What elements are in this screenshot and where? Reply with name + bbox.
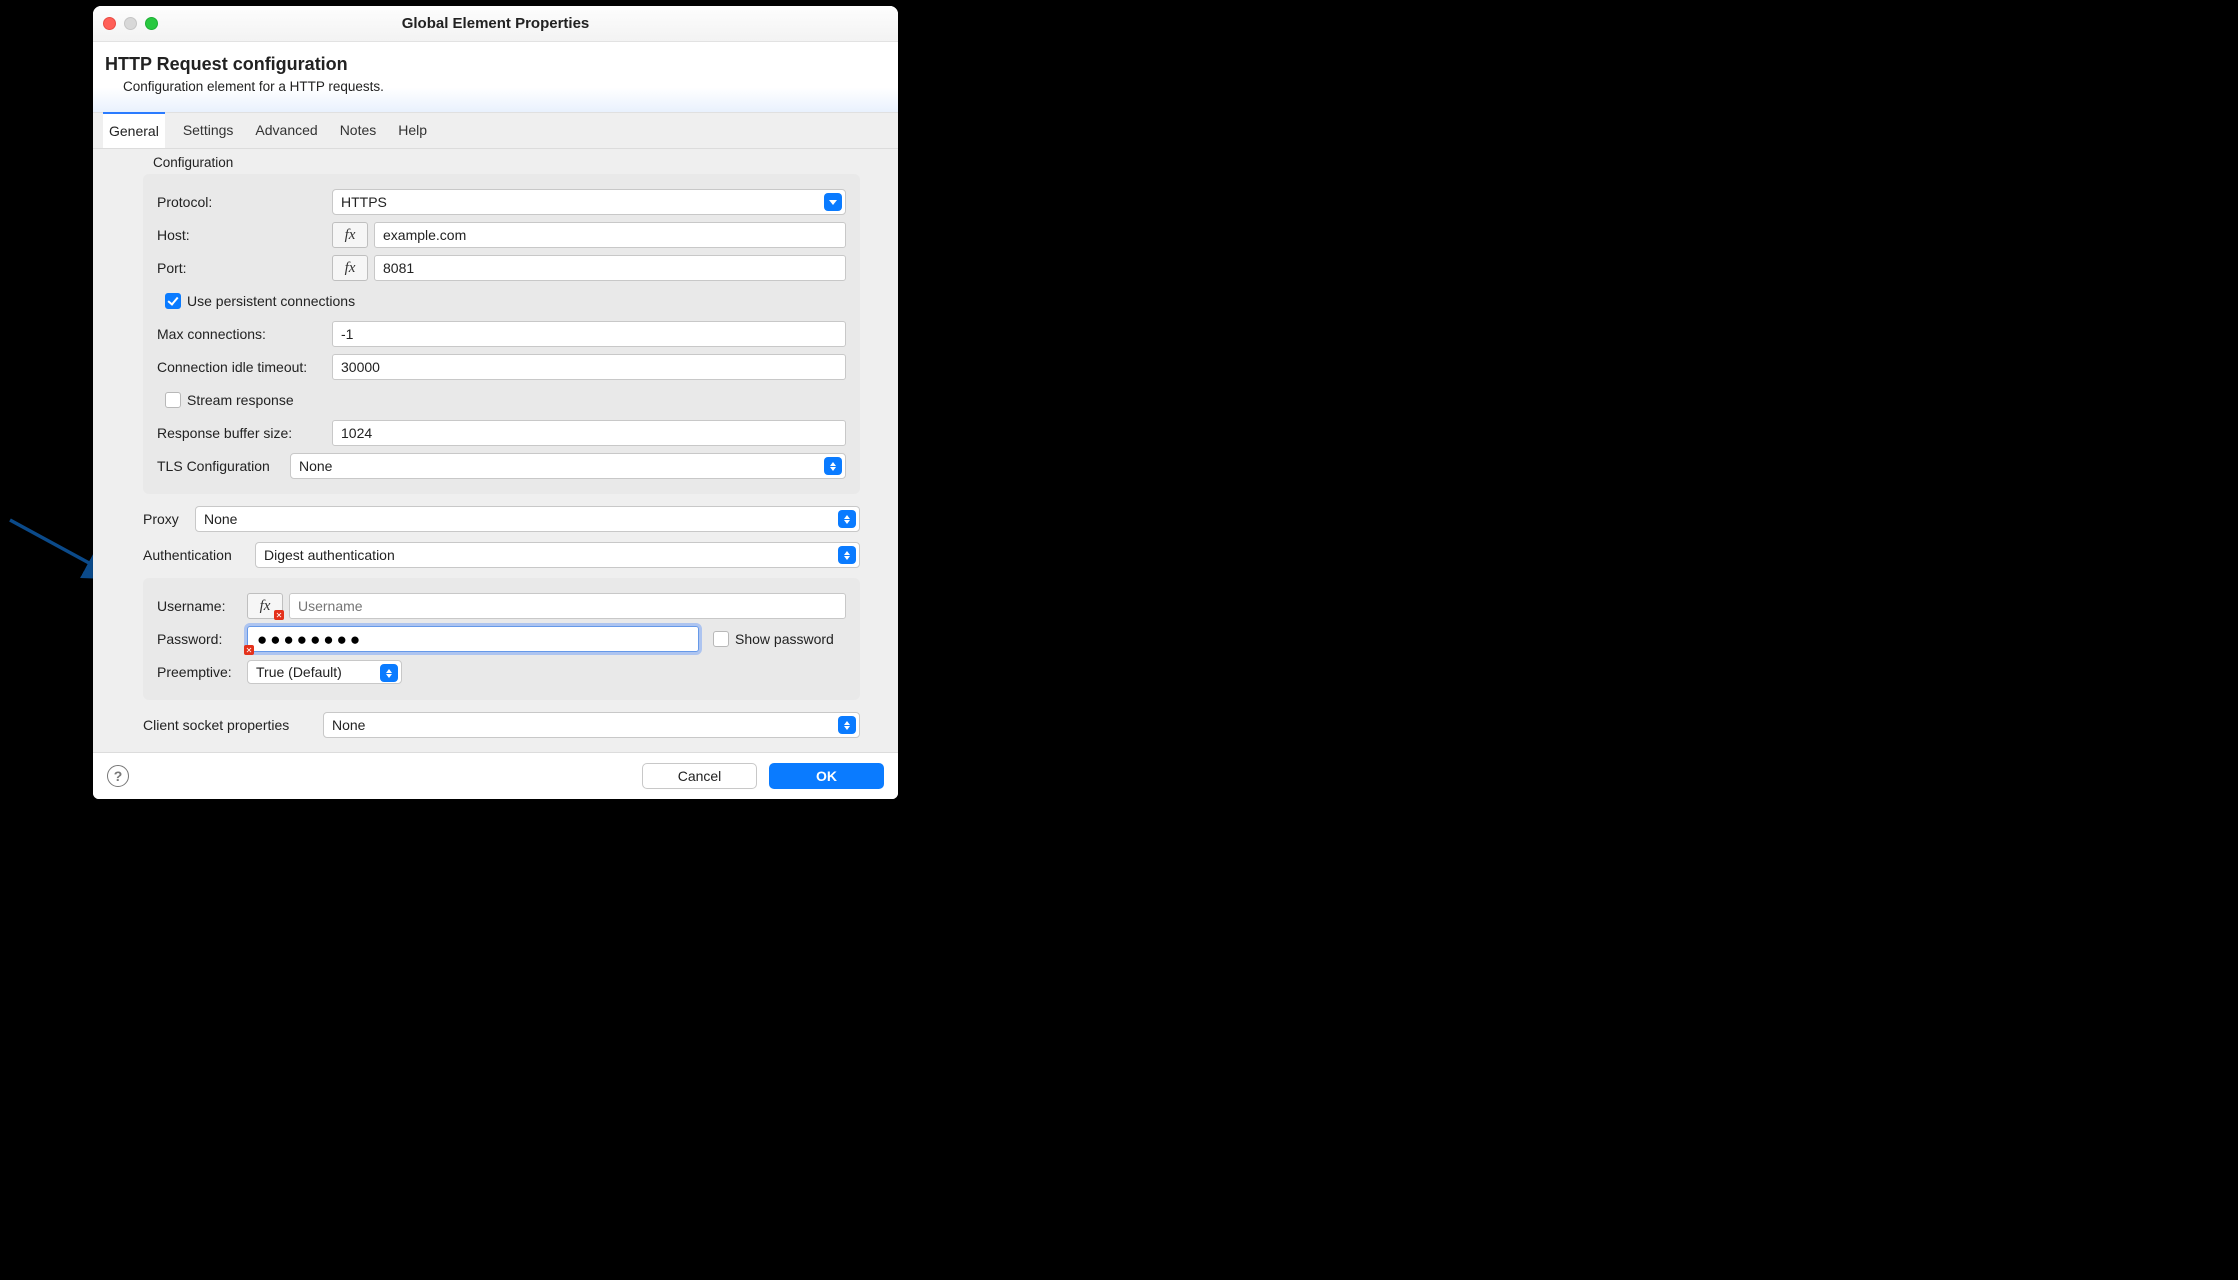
- max-conn-input[interactable]: [332, 321, 846, 347]
- header: HTTP Request configuration Configuration…: [93, 42, 898, 112]
- persistent-label: Use persistent connections: [187, 293, 355, 309]
- window-title: Global Element Properties: [93, 15, 898, 32]
- stream-checkbox[interactable]: [165, 392, 181, 408]
- password-label: Password:: [157, 631, 247, 647]
- dialog-footer: ? Cancel OK: [93, 752, 898, 799]
- tls-label: TLS Configuration: [157, 458, 290, 474]
- tab-notes[interactable]: Notes: [336, 113, 381, 148]
- tls-select[interactable]: None: [290, 453, 846, 479]
- updown-icon: [380, 664, 398, 682]
- ok-button[interactable]: OK: [769, 763, 884, 789]
- page-title: HTTP Request configuration: [105, 54, 880, 75]
- csp-label: Client socket properties: [143, 717, 323, 733]
- protocol-select[interactable]: HTTPS: [332, 189, 846, 215]
- stream-label: Stream response: [187, 392, 294, 408]
- chevron-down-icon: [824, 193, 842, 211]
- port-input[interactable]: [374, 255, 846, 281]
- titlebar: Global Element Properties: [93, 6, 898, 42]
- idle-input[interactable]: [332, 354, 846, 380]
- proxy-value: None: [204, 511, 237, 527]
- show-password-label: Show password: [735, 631, 834, 647]
- help-icon[interactable]: ?: [107, 765, 129, 787]
- updown-icon: [838, 510, 856, 528]
- authentication-panel: Username: fx Password: ●●●●●●●● ✕ Show p…: [143, 578, 860, 700]
- host-input[interactable]: [374, 222, 846, 248]
- page-subtitle: Configuration element for a HTTP request…: [123, 79, 880, 94]
- password-input[interactable]: [247, 626, 699, 652]
- updown-icon: [824, 457, 842, 475]
- updown-icon: [838, 716, 856, 734]
- fx-button[interactable]: fx: [247, 593, 283, 619]
- preemptive-select[interactable]: True (Default): [247, 660, 402, 684]
- tab-general[interactable]: General: [103, 112, 165, 148]
- csp-value: None: [332, 717, 365, 733]
- configuration-panel: Protocol: HTTPS Host: fx Port: fx Use pe…: [143, 174, 860, 494]
- cancel-button[interactable]: Cancel: [642, 763, 757, 789]
- updown-icon: [838, 546, 856, 564]
- dialog-window: Global Element Properties HTTP Request c…: [93, 6, 898, 799]
- csp-select[interactable]: None: [323, 712, 860, 738]
- buffer-label: Response buffer size:: [157, 425, 332, 441]
- protocol-label: Protocol:: [157, 194, 332, 210]
- host-label: Host:: [157, 227, 332, 243]
- show-password-checkbox[interactable]: [713, 631, 729, 647]
- fx-button[interactable]: fx: [332, 255, 368, 281]
- form-body: Configuration Protocol: HTTPS Host: fx P…: [93, 149, 898, 752]
- username-label: Username:: [157, 598, 247, 614]
- persistent-checkbox[interactable]: [165, 293, 181, 309]
- tab-bar: General Settings Advanced Notes Help: [93, 112, 898, 149]
- preemptive-label: Preemptive:: [157, 664, 247, 680]
- auth-type-select[interactable]: Digest authentication: [255, 542, 860, 568]
- error-icon: ✕: [244, 645, 254, 655]
- proxy-select[interactable]: None: [195, 506, 860, 532]
- max-conn-label: Max connections:: [157, 326, 332, 342]
- idle-label: Connection idle timeout:: [157, 359, 332, 375]
- username-input[interactable]: [289, 593, 846, 619]
- port-label: Port:: [157, 260, 332, 276]
- proxy-label: Proxy: [143, 511, 195, 527]
- tls-value: None: [299, 458, 332, 474]
- protocol-value: HTTPS: [341, 194, 387, 210]
- preemptive-value: True (Default): [256, 664, 342, 680]
- auth-type-value: Digest authentication: [264, 547, 395, 563]
- tab-advanced[interactable]: Advanced: [251, 113, 321, 148]
- auth-label: Authentication: [143, 547, 255, 563]
- tab-help[interactable]: Help: [394, 113, 431, 148]
- configuration-section-label: Configuration: [153, 155, 888, 170]
- fx-button[interactable]: fx: [332, 222, 368, 248]
- tab-settings[interactable]: Settings: [179, 113, 238, 148]
- buffer-input[interactable]: [332, 420, 846, 446]
